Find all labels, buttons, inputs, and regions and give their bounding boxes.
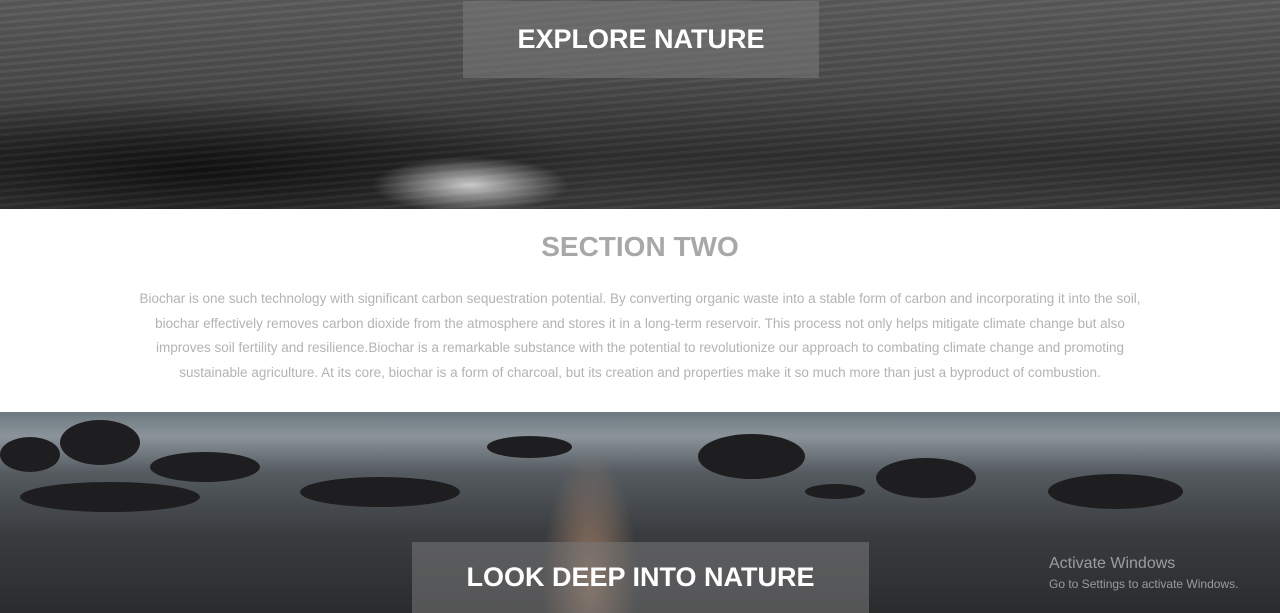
- windows-activation-watermark: Activate Windows Go to Settings to activ…: [1049, 555, 1238, 591]
- watermark-subtitle: Go to Settings to activate Windows.: [1049, 577, 1239, 591]
- section-two-body: Biochar is one such technology with sign…: [139, 291, 1141, 380]
- rock: [150, 452, 260, 482]
- rock: [876, 458, 976, 498]
- rock: [20, 482, 200, 512]
- section-two: SECTION TWO Biochar is one such technolo…: [0, 209, 1280, 412]
- section-two-title: SECTION TWO: [541, 231, 739, 262]
- explore-nature-heading: EXPLORE NATURE: [463, 1, 819, 78]
- rock: [300, 477, 460, 507]
- hero-ocean-section: EXPLORE NATURE: [0, 0, 1280, 209]
- rock: [1048, 474, 1183, 509]
- watermark-title: Activate Windows: [1049, 555, 1176, 572]
- rock: [487, 436, 572, 458]
- rock: [805, 484, 865, 499]
- look-deep-heading: LOOK DEEP INTO NATURE: [412, 542, 869, 613]
- hero-rocky-shore-section: LOOK DEEP INTO NATURE Activate Windows G…: [0, 412, 1280, 613]
- rock: [0, 437, 60, 472]
- rock: [698, 434, 805, 479]
- rock: [60, 420, 140, 465]
